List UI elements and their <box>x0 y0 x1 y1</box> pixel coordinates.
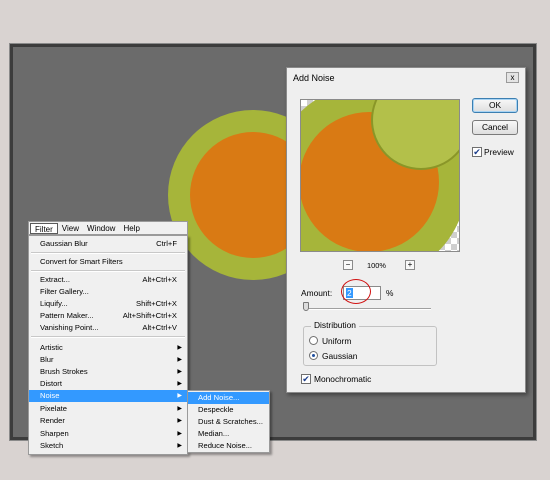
menu-item-filter-gallery[interactable]: Filter Gallery... <box>29 286 187 298</box>
menu-item-noise[interactable]: Noise ▶ <box>29 390 187 402</box>
menu-item-shortcut: Alt+Shift+Ctrl+X <box>122 311 177 320</box>
filter-menu: Gaussian Blur Ctrl+F Convert for Smart Fi… <box>28 235 188 455</box>
submenu-arrow-icon: ▶ <box>177 406 182 412</box>
menu-item-convert-smart-filters[interactable]: Convert for Smart Filters <box>29 256 187 268</box>
menu-item-label: Gaussian Blur <box>40 239 88 248</box>
menu-item-label: Noise <box>40 391 60 400</box>
menu-item-label: Pixelate <box>40 404 68 413</box>
gaussian-label: Gaussian <box>322 351 358 361</box>
menu-item-label: Liquify... <box>40 299 68 308</box>
submenu-arrow-icon: ▶ <box>177 345 182 351</box>
menu-item-label: Vanishing Point... <box>40 323 99 332</box>
menu-window[interactable]: Window <box>83 223 119 234</box>
menu-item-blur[interactable]: Blur ▶ <box>29 354 187 366</box>
menu-filter[interactable]: Filter <box>30 222 58 234</box>
menu-view[interactable]: View <box>58 223 83 234</box>
menu-item-label: Artistic <box>40 343 63 352</box>
menu-item-sharpen[interactable]: Sharpen ▶ <box>29 428 187 440</box>
menu-item-label: Pattern Maker... <box>40 311 94 320</box>
menu-item-shortcut: Shift+Ctrl+X <box>136 299 177 308</box>
menu-item-pixelate[interactable]: Pixelate ▶ <box>29 403 187 415</box>
submenu-arrow-icon: ▶ <box>177 431 182 437</box>
distribution-title: Distribution <box>311 320 359 330</box>
submenu-arrow-icon: ▶ <box>177 369 182 375</box>
menu-item-liquify[interactable]: Liquify... Shift+Ctrl+X <box>29 298 187 310</box>
submenu-arrow-icon: ▶ <box>177 443 182 449</box>
dialog-title: Add Noise <box>293 73 335 83</box>
monochromatic-label: Monochromatic <box>314 374 372 384</box>
menu-item-label: Blur <box>40 355 54 364</box>
zoom-controls: − 100% + <box>343 260 418 272</box>
menu-item-render[interactable]: Render ▶ <box>29 415 187 427</box>
menu-item-label: Convert for Smart Filters <box>40 257 123 266</box>
menu-item-label: Sketch <box>40 441 64 450</box>
menu-item-distort[interactable]: Distort ▶ <box>29 378 187 390</box>
uniform-radio[interactable] <box>309 336 318 345</box>
menu-item-brush-strokes[interactable]: Brush Strokes ▶ <box>29 366 187 378</box>
menu-bar: Filter View Window Help <box>28 221 188 235</box>
monochromatic-checkbox[interactable]: ✔ <box>301 374 311 384</box>
menu-item-shortcut: Alt+Ctrl+X <box>142 275 177 284</box>
submenu-item-add-noise[interactable]: Add Noise... <box>188 392 269 404</box>
menu-item-label: Render <box>40 416 65 425</box>
submenu-arrow-icon: ▶ <box>177 393 182 399</box>
preview-checkbox[interactable]: ✔ <box>472 147 482 157</box>
gaussian-radio[interactable] <box>309 351 318 360</box>
add-noise-dialog: Add Noise x − 100% + OK Cancel ✔ Preview… <box>286 67 526 393</box>
menu-item-pattern-maker[interactable]: Pattern Maker... Alt+Shift+Ctrl+X <box>29 310 187 322</box>
zoom-level: 100% <box>367 261 386 270</box>
noise-submenu: Add Noise... Despeckle Dust & Scratches.… <box>187 390 270 453</box>
menu-item-label: Sharpen <box>40 429 69 438</box>
menu-item-sketch[interactable]: Sketch ▶ <box>29 440 187 452</box>
annotation-red-circle <box>341 279 371 304</box>
submenu-arrow-icon: ▶ <box>177 381 182 387</box>
amount-label: Amount: <box>301 288 333 298</box>
cancel-button[interactable]: Cancel <box>472 120 518 135</box>
preview-label: Preview <box>484 147 514 157</box>
amount-slider-track[interactable] <box>303 308 431 310</box>
submenu-item-reduce-noise[interactable]: Reduce Noise... <box>188 440 269 452</box>
submenu-arrow-icon: ▶ <box>177 357 182 363</box>
menu-item-shortcut: Ctrl+F <box>156 239 177 248</box>
menu-item-shortcut: Alt+Ctrl+V <box>142 323 177 332</box>
close-icon[interactable]: x <box>506 72 519 83</box>
menu-item-extract[interactable]: Extract... Alt+Ctrl+X <box>29 274 187 286</box>
submenu-item-despeckle[interactable]: Despeckle <box>188 404 269 416</box>
zoom-out-button[interactable]: − <box>343 260 353 270</box>
menu-help[interactable]: Help <box>119 223 143 234</box>
preview-pane[interactable] <box>300 99 460 252</box>
menu-item-gaussian-blur[interactable]: Gaussian Blur Ctrl+F <box>29 238 187 250</box>
menu-separator <box>31 336 185 338</box>
amount-slider-thumb[interactable] <box>302 302 309 311</box>
submenu-arrow-icon: ▶ <box>177 418 182 424</box>
menu-item-label: Extract... <box>40 275 70 284</box>
menu-item-label: Filter Gallery... <box>40 287 89 296</box>
menu-item-label: Distort <box>40 379 62 388</box>
zoom-in-button[interactable]: + <box>405 260 415 270</box>
amount-unit: % <box>386 288 394 298</box>
menu-separator <box>31 252 185 254</box>
menu-item-label: Brush Strokes <box>40 367 88 376</box>
submenu-item-dust-scratches[interactable]: Dust & Scratches... <box>188 416 269 428</box>
ok-button[interactable]: OK <box>472 98 518 113</box>
menu-item-vanishing-point[interactable]: Vanishing Point... Alt+Ctrl+V <box>29 322 187 334</box>
menu-separator <box>31 270 185 272</box>
uniform-label: Uniform <box>322 336 352 346</box>
menu-item-artistic[interactable]: Artistic ▶ <box>29 342 187 354</box>
submenu-item-median[interactable]: Median... <box>188 428 269 440</box>
